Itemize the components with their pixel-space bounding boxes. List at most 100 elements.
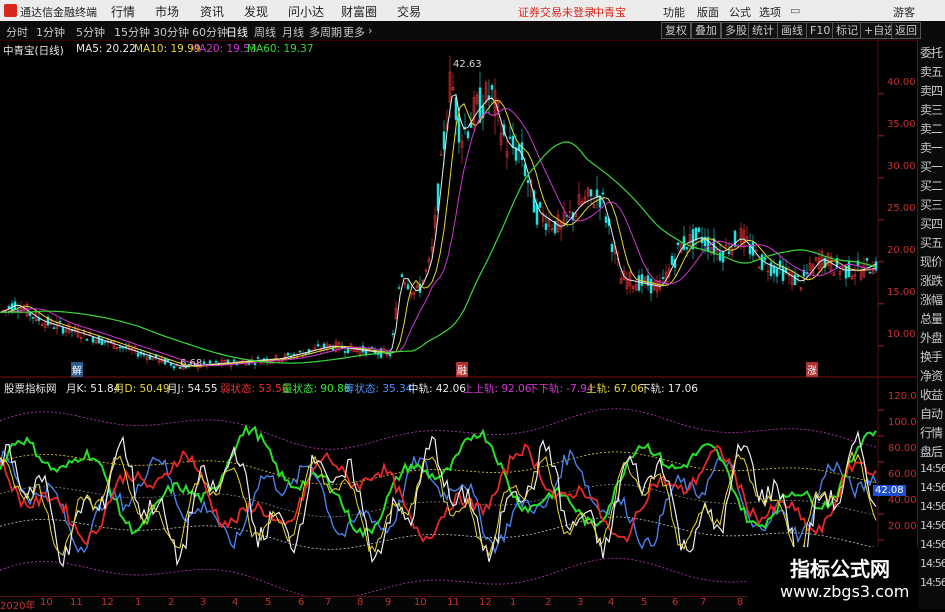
menu-banmian[interactable]: 版面: [697, 4, 719, 20]
candle-body: [28, 312, 32, 316]
candle-body: [661, 277, 665, 279]
ind-yuej: 月J: 54.55: [167, 383, 218, 395]
x-tick-label: 7: [325, 597, 332, 608]
ma60-line: [0, 141, 877, 364]
chart-area[interactable]: [0, 40, 917, 596]
candle-body: [649, 278, 653, 294]
main-chart-title: 中青宝(日线): [3, 45, 64, 57]
ma10-line: [0, 99, 877, 367]
candle-body: [865, 258, 869, 261]
lower-lower-band: [0, 557, 876, 596]
marker-rong[interactable]: 融: [456, 362, 468, 377]
menu-hangqing[interactable]: 行情: [111, 3, 135, 20]
rp-change-pct: 涨幅: [920, 293, 943, 307]
period-60min[interactable]: 60分钟: [192, 24, 228, 40]
period-multi[interactable]: 多周期: [309, 24, 342, 40]
rp-auto[interactable]: 自动: [920, 405, 945, 422]
diejia-button[interactable]: 叠加: [691, 22, 721, 39]
ind-liang: 量状态: 90.86: [282, 383, 351, 395]
period-monthly[interactable]: 月线: [282, 24, 304, 40]
candle-body: [232, 359, 236, 362]
candle-body: [868, 272, 872, 274]
watermark-title: 指标公式网: [790, 557, 890, 581]
window-min-icon[interactable]: ▭: [790, 4, 800, 17]
candle-body: [406, 284, 410, 290]
ind-shangshanggui: 上上轨: 92.06: [463, 383, 532, 395]
ind-chou: 筹状态: 35.34: [344, 383, 413, 395]
ind-shanggui: 上轨: 67.06: [586, 383, 644, 395]
x-tick-label: 5: [265, 597, 272, 608]
marker-jie[interactable]: 解: [71, 362, 83, 377]
period-daily[interactable]: 日线: [226, 24, 248, 40]
rp-sell3: 卖三: [920, 103, 943, 117]
rp-hangqing[interactable]: 行情: [920, 424, 945, 441]
chevron-right-icon[interactable]: ›: [368, 24, 372, 37]
menu-wenxiaoda[interactable]: 问小达: [288, 3, 324, 20]
period-5min[interactable]: 5分钟: [76, 24, 105, 40]
indicator-name: 股票指标网: [4, 383, 57, 395]
guest-label[interactable]: 游客: [893, 4, 915, 20]
candle-body: [763, 257, 767, 261]
y-tick-10: 10.00: [887, 329, 916, 340]
candle-body: [637, 275, 641, 291]
menu-xuanxiang[interactable]: 选项: [759, 4, 781, 20]
quote-side-panel[interactable]: 委托 卖五 卖四 卖三 卖二 卖一 买一 买二 买三 买四 买五 现价 涨跌 涨…: [917, 40, 945, 609]
candle-body: [31, 317, 35, 319]
x-tick-label: 11: [70, 597, 83, 608]
ind-tick-40: 40.00: [888, 495, 917, 506]
candle-body: [727, 251, 731, 254]
yued-line: [0, 450, 877, 558]
y-tick-35: 35.00: [887, 119, 916, 130]
candle-body: [793, 274, 797, 286]
biaoji-button[interactable]: 标记: [832, 22, 862, 39]
x-tick-label: 2: [545, 597, 552, 608]
f10-button[interactable]: F10: [806, 22, 835, 39]
fuquan-button[interactable]: 复权: [661, 22, 691, 39]
candle-body: [208, 360, 212, 364]
tongji-button[interactable]: 统计: [748, 22, 778, 39]
period-15min[interactable]: 15分钟: [114, 24, 150, 40]
indicator-grid: [878, 409, 884, 541]
candle-body: [397, 287, 401, 289]
menu-jiaoyi[interactable]: 交易: [397, 3, 421, 20]
y-tick-15: 15.00: [887, 287, 916, 298]
menu-faxian[interactable]: 发现: [244, 3, 268, 20]
huaxian-button[interactable]: 画线: [777, 22, 807, 39]
rp-weituo: 委托: [920, 46, 943, 60]
ind-yuek: 月K: 51.84: [66, 383, 121, 395]
low-price-label: 6.68: [180, 358, 203, 369]
candle-body: [781, 265, 785, 281]
menu-gongneng[interactable]: 功能: [663, 4, 685, 20]
candle-body: [169, 363, 173, 366]
period-weekly[interactable]: 周线: [254, 24, 276, 40]
candle-body: [256, 357, 260, 359]
rp-panhou[interactable]: 盘后: [920, 443, 945, 460]
candle-body: [316, 344, 320, 347]
x-tick-label: 1: [135, 597, 142, 608]
rp-sell5: 卖五: [920, 65, 943, 79]
period-1min[interactable]: 1分钟: [36, 24, 65, 40]
candle-body: [142, 354, 146, 356]
menu-shichang[interactable]: 市场: [155, 3, 179, 20]
candle-body: [61, 326, 65, 334]
x-tick-label: 10: [414, 597, 427, 608]
marker-zhang[interactable]: 涨: [806, 362, 818, 377]
ind-yued: 月D: 50.49: [114, 383, 170, 395]
rp-change: 涨跌: [920, 274, 943, 288]
ma60-legend: MA60: 19.37: [247, 43, 314, 55]
back-button[interactable]: 返回: [891, 22, 921, 39]
menu-gongshi[interactable]: 公式: [729, 4, 751, 20]
duogu-button[interactable]: 多股: [721, 22, 751, 39]
ind-xiagui: 下轨: 17.06: [640, 383, 698, 395]
login-notice[interactable]: 证券交易未登录: [518, 4, 595, 20]
candle-body: [286, 352, 290, 356]
period-more[interactable]: 更多: [343, 24, 365, 40]
x-tick-label: 1: [510, 597, 517, 608]
candle-body: [670, 255, 674, 265]
period-30min[interactable]: 30分钟: [153, 24, 189, 40]
ind-zhonggui: 中轨: 42.06: [408, 383, 466, 395]
menu-caifuquan[interactable]: 财富圈: [341, 3, 377, 20]
period-fenshi[interactable]: 分时: [6, 24, 28, 40]
menu-zixun[interactable]: 资讯: [200, 3, 224, 20]
indicator-lines: [0, 408, 877, 596]
